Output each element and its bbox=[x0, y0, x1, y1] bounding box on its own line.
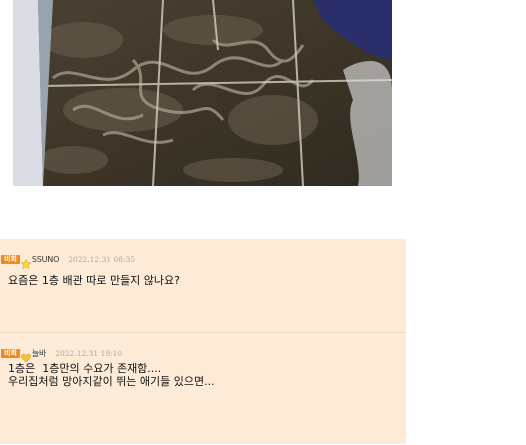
guest-badge: 비회 bbox=[1, 254, 20, 264]
post-photo[interactable] bbox=[13, 0, 392, 186]
comment-text: 요즘은 1층 배관 따로 만들지 않나요? bbox=[8, 274, 180, 287]
comment-text: 1층은 1층만의 수요가 존재함.... 우리집처럼 망아지같이 뛰는 애기들 … bbox=[8, 362, 215, 388]
comment-author[interactable]: 늘바 bbox=[32, 348, 47, 359]
comment-date: 2022.12.31 19:10 bbox=[55, 348, 123, 358]
comment-meta: 비회 늘바 2022.12.31 19:10 bbox=[1, 347, 123, 363]
star-icon bbox=[20, 254, 32, 269]
comment-meta: 비회 SSUNO 2022.12.31 08:35 bbox=[1, 253, 136, 269]
comment-item: 비회 늘바 2022.12.31 19:10 1층은 1층만의 수요가 존재함.… bbox=[0, 332, 406, 445]
heart-badge-icon bbox=[21, 348, 31, 363]
comment-item: 비회 SSUNO 2022.12.31 08:35 요즘은 1층 배관 따로 만… bbox=[0, 239, 406, 331]
comment-date: 2022.12.31 08:35 bbox=[68, 254, 136, 264]
guest-badge: 비회 bbox=[1, 348, 20, 358]
flooded-bathroom-floor-image bbox=[13, 0, 392, 186]
comment-author[interactable]: SSUNO bbox=[32, 255, 59, 264]
comment-list: 비회 SSUNO 2022.12.31 08:35 요즘은 1층 배관 따로 만… bbox=[0, 239, 406, 444]
